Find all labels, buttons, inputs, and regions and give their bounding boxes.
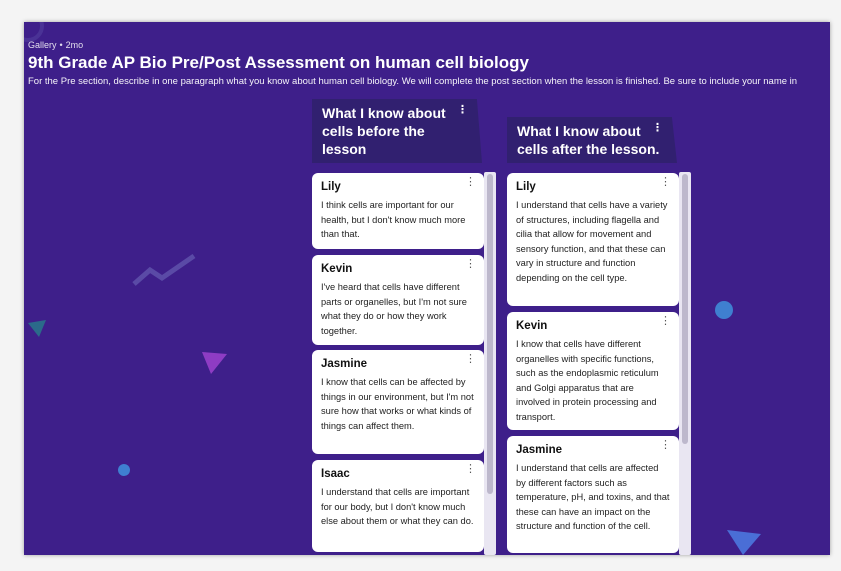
column-scrollbar-before[interactable] xyxy=(484,172,496,555)
board-header: Gallery • 2mo 9th Grade AP Bio Pre/Post As… xyxy=(28,40,830,87)
post-age: 2mo xyxy=(65,40,84,50)
scrollbar-thumb[interactable] xyxy=(682,174,688,444)
more-vertical-icon[interactable]: ⋮ xyxy=(660,316,671,327)
post-card[interactable]: Isaac I understand that cells are import… xyxy=(312,460,484,552)
post-card[interactable]: Lily I understand that cells have a vari… xyxy=(507,173,679,306)
triangle-blue-decoration xyxy=(727,530,761,555)
post-author: Lily xyxy=(321,181,341,193)
circle-blue-decoration xyxy=(118,464,130,476)
post-card[interactable]: Kevin I've heard that cells have differe… xyxy=(312,255,484,345)
scrollbar-thumb[interactable] xyxy=(487,174,493,494)
post-author: Lily xyxy=(516,181,536,193)
post-text: I think cells are important for our heal… xyxy=(321,200,466,239)
post-text: I understand that cells have a variety o… xyxy=(516,200,668,283)
more-vertical-icon[interactable]: ⋮ xyxy=(465,177,476,188)
column-title: What I know about cells after the lesson… xyxy=(517,123,660,157)
triangle-teal-decoration xyxy=(28,320,46,337)
more-vertical-icon[interactable]: ⋮ xyxy=(660,177,671,188)
column-header-before[interactable]: What I know about cells before the lesso… xyxy=(312,99,482,163)
more-vertical-icon[interactable]: ⋮ xyxy=(652,123,663,134)
post-author: Kevin xyxy=(321,263,353,275)
triangle-magenta-decoration xyxy=(202,352,227,374)
post-text: I've heard that cells have different par… xyxy=(321,282,467,336)
more-vertical-icon[interactable]: ⋮ xyxy=(457,105,468,116)
post-card[interactable]: Kevin I know that cells have different o… xyxy=(507,312,679,430)
more-vertical-icon[interactable]: ⋮ xyxy=(660,440,671,451)
padlet-board: Gallery • 2mo 9th Grade AP Bio Pre/Post As… xyxy=(24,22,830,555)
more-vertical-icon[interactable]: ⋮ xyxy=(465,354,476,365)
board-description: For the Pre section, describe in one par… xyxy=(28,76,798,87)
post-text: I understand that cells are affected by … xyxy=(516,463,670,531)
post-text: I know that cells can be affected by thi… xyxy=(321,377,474,431)
more-vertical-icon[interactable]: ⋮ xyxy=(465,259,476,270)
post-card[interactable]: Jasmine I understand that cells are affe… xyxy=(507,436,679,553)
more-vertical-icon[interactable]: ⋮ xyxy=(465,464,476,475)
column-header-after[interactable]: What I know about cells after the lesson… xyxy=(507,117,677,163)
breadcrumb[interactable]: Gallery xyxy=(28,40,57,50)
zigzag-decoration xyxy=(132,253,196,286)
post-author: Isaac xyxy=(321,468,350,480)
post-card[interactable]: Lily I think cells are important for our… xyxy=(312,173,484,249)
post-text: I know that cells have different organel… xyxy=(516,339,659,422)
circle-blue-right-decoration xyxy=(715,301,733,319)
post-card[interactable]: Jasmine I know that cells can be affecte… xyxy=(312,350,484,454)
post-author: Kevin xyxy=(516,320,548,332)
page-title: 9th Grade AP Bio Pre/Post Assessment on … xyxy=(28,53,529,72)
board-meta: Gallery • 2mo xyxy=(28,40,84,50)
post-text: I understand that cells are important fo… xyxy=(321,487,474,526)
post-author: Jasmine xyxy=(321,358,368,370)
post-author: Jasmine xyxy=(516,444,563,456)
column-scrollbar-after[interactable] xyxy=(679,172,691,555)
column-title: What I know about cells before the lesso… xyxy=(322,105,446,157)
